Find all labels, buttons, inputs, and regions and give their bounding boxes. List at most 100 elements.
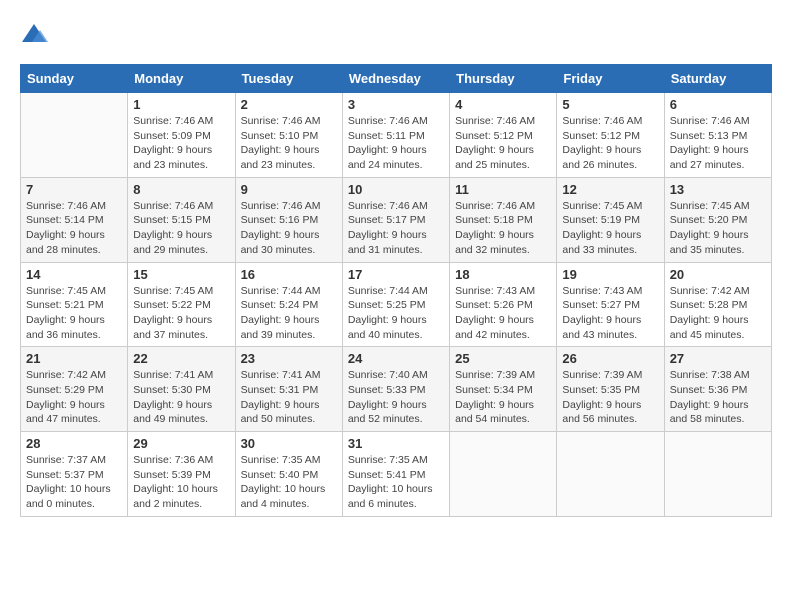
day-info: Sunrise: 7:36 AM Sunset: 5:39 PM Dayligh… [133,453,229,512]
day-info: Sunrise: 7:38 AM Sunset: 5:36 PM Dayligh… [670,368,766,427]
calendar-day-cell: 23 Sunrise: 7:41 AM Sunset: 5:31 PM Dayli… [235,347,342,432]
day-number: 11 [455,182,551,197]
day-info: Sunrise: 7:46 AM Sunset: 5:09 PM Dayligh… [133,114,229,173]
calendar-day-cell: 4 Sunrise: 7:46 AM Sunset: 5:12 PM Daylig… [450,93,557,178]
calendar-day-cell [450,432,557,517]
day-number: 16 [241,267,337,282]
day-number: 27 [670,351,766,366]
day-number: 9 [241,182,337,197]
logo [20,20,48,48]
calendar-day-cell: 10Sunrise: 7:46 AM Sunset: 5:17 PM Dayli… [342,177,449,262]
calendar-day-cell: 1 Sunrise: 7:46 AM Sunset: 5:09 PM Daylig… [128,93,235,178]
weekday-header-cell: Friday [557,65,664,93]
day-info: Sunrise: 7:40 AM Sunset: 5:33 PM Dayligh… [348,368,444,427]
day-info: Sunrise: 7:44 AM Sunset: 5:24 PM Dayligh… [241,284,337,343]
calendar-week-row: 21 Sunrise: 7:42 AM Sunset: 5:29 PM Dayli… [21,347,772,432]
calendar-day-cell: 12 Sunrise: 7:45 AM Sunset: 5:19 PM Dayli… [557,177,664,262]
day-info: Sunrise: 7:39 AM Sunset: 5:34 PM Dayligh… [455,368,551,427]
day-number: 29 [133,436,229,451]
day-number: 19 [562,267,658,282]
calendar-week-row: 7Sunrise: 7:46 AM Sunset: 5:14 PM Daylig… [21,177,772,262]
calendar-day-cell: 2 Sunrise: 7:46 AM Sunset: 5:10 PM Daylig… [235,93,342,178]
day-info: Sunrise: 7:45 AM Sunset: 5:22 PM Dayligh… [133,284,229,343]
calendar-day-cell: 20Sunrise: 7:42 AM Sunset: 5:28 PM Dayli… [664,262,771,347]
day-info: Sunrise: 7:45 AM Sunset: 5:19 PM Dayligh… [562,199,658,258]
day-number: 2 [241,97,337,112]
calendar-body: 1 Sunrise: 7:46 AM Sunset: 5:09 PM Daylig… [21,93,772,517]
day-number: 14 [26,267,122,282]
day-number: 22 [133,351,229,366]
day-info: Sunrise: 7:41 AM Sunset: 5:31 PM Dayligh… [241,368,337,427]
calendar-day-cell: 13Sunrise: 7:45 AM Sunset: 5:20 PM Dayli… [664,177,771,262]
day-info: Sunrise: 7:46 AM Sunset: 5:18 PM Dayligh… [455,199,551,258]
calendar-day-cell: 26 Sunrise: 7:39 AM Sunset: 5:35 PM Dayli… [557,347,664,432]
day-info: Sunrise: 7:46 AM Sunset: 5:12 PM Dayligh… [562,114,658,173]
calendar-day-cell [664,432,771,517]
weekday-header-cell: Monday [128,65,235,93]
calendar-day-cell: 22 Sunrise: 7:41 AM Sunset: 5:30 PM Dayli… [128,347,235,432]
weekday-header-row: SundayMondayTuesdayWednesdayThursdayFrid… [21,65,772,93]
day-number: 21 [26,351,122,366]
calendar-day-cell [557,432,664,517]
weekday-header-cell: Thursday [450,65,557,93]
day-info: Sunrise: 7:46 AM Sunset: 5:12 PM Dayligh… [455,114,551,173]
calendar-week-row: 28 Sunrise: 7:37 AM Sunset: 5:37 PM Dayli… [21,432,772,517]
day-number: 23 [241,351,337,366]
calendar-day-cell: 30 Sunrise: 7:35 AM Sunset: 5:40 PM Dayli… [235,432,342,517]
day-number: 30 [241,436,337,451]
day-number: 5 [562,97,658,112]
day-info: Sunrise: 7:46 AM Sunset: 5:15 PM Dayligh… [133,199,229,258]
day-info: Sunrise: 7:46 AM Sunset: 5:11 PM Dayligh… [348,114,444,173]
day-number: 26 [562,351,658,366]
calendar-day-cell: 17 Sunrise: 7:44 AM Sunset: 5:25 PM Dayli… [342,262,449,347]
calendar-day-cell: 7Sunrise: 7:46 AM Sunset: 5:14 PM Daylig… [21,177,128,262]
weekday-header-cell: Wednesday [342,65,449,93]
day-info: Sunrise: 7:37 AM Sunset: 5:37 PM Dayligh… [26,453,122,512]
calendar-day-cell: 24Sunrise: 7:40 AM Sunset: 5:33 PM Dayli… [342,347,449,432]
day-number: 1 [133,97,229,112]
day-info: Sunrise: 7:45 AM Sunset: 5:20 PM Dayligh… [670,199,766,258]
day-info: Sunrise: 7:35 AM Sunset: 5:40 PM Dayligh… [241,453,337,512]
day-number: 3 [348,97,444,112]
day-info: Sunrise: 7:46 AM Sunset: 5:16 PM Dayligh… [241,199,337,258]
day-number: 6 [670,97,766,112]
weekday-header-cell: Saturday [664,65,771,93]
calendar-day-cell: 8 Sunrise: 7:46 AM Sunset: 5:15 PM Daylig… [128,177,235,262]
calendar-day-cell: 19Sunrise: 7:43 AM Sunset: 5:27 PM Dayli… [557,262,664,347]
calendar-day-cell: 29 Sunrise: 7:36 AM Sunset: 5:39 PM Dayli… [128,432,235,517]
calendar-day-cell: 28 Sunrise: 7:37 AM Sunset: 5:37 PM Dayli… [21,432,128,517]
calendar-day-cell [21,93,128,178]
calendar-day-cell: 9 Sunrise: 7:46 AM Sunset: 5:16 PM Daylig… [235,177,342,262]
calendar-day-cell: 25 Sunrise: 7:39 AM Sunset: 5:34 PM Dayli… [450,347,557,432]
calendar-day-cell: 18Sunrise: 7:43 AM Sunset: 5:26 PM Dayli… [450,262,557,347]
day-number: 10 [348,182,444,197]
day-number: 17 [348,267,444,282]
day-number: 4 [455,97,551,112]
day-info: Sunrise: 7:44 AM Sunset: 5:25 PM Dayligh… [348,284,444,343]
day-number: 18 [455,267,551,282]
calendar-day-cell: 15Sunrise: 7:45 AM Sunset: 5:22 PM Dayli… [128,262,235,347]
day-number: 25 [455,351,551,366]
day-number: 7 [26,182,122,197]
calendar-table: SundayMondayTuesdayWednesdayThursdayFrid… [20,64,772,517]
calendar-day-cell: 6 Sunrise: 7:46 AM Sunset: 5:13 PM Daylig… [664,93,771,178]
calendar-day-cell: 31Sunrise: 7:35 AM Sunset: 5:41 PM Dayli… [342,432,449,517]
day-info: Sunrise: 7:42 AM Sunset: 5:28 PM Dayligh… [670,284,766,343]
day-number: 28 [26,436,122,451]
calendar-day-cell: 16 Sunrise: 7:44 AM Sunset: 5:24 PM Dayli… [235,262,342,347]
calendar-week-row: 14Sunrise: 7:45 AM Sunset: 5:21 PM Dayli… [21,262,772,347]
day-info: Sunrise: 7:39 AM Sunset: 5:35 PM Dayligh… [562,368,658,427]
day-info: Sunrise: 7:41 AM Sunset: 5:30 PM Dayligh… [133,368,229,427]
calendar-week-row: 1 Sunrise: 7:46 AM Sunset: 5:09 PM Daylig… [21,93,772,178]
page-header [20,20,772,48]
calendar-day-cell: 14Sunrise: 7:45 AM Sunset: 5:21 PM Dayli… [21,262,128,347]
day-info: Sunrise: 7:35 AM Sunset: 5:41 PM Dayligh… [348,453,444,512]
weekday-header-cell: Tuesday [235,65,342,93]
weekday-header-cell: Sunday [21,65,128,93]
day-info: Sunrise: 7:46 AM Sunset: 5:10 PM Dayligh… [241,114,337,173]
day-number: 12 [562,182,658,197]
day-info: Sunrise: 7:46 AM Sunset: 5:13 PM Dayligh… [670,114,766,173]
day-info: Sunrise: 7:42 AM Sunset: 5:29 PM Dayligh… [26,368,122,427]
day-number: 8 [133,182,229,197]
calendar-day-cell: 5 Sunrise: 7:46 AM Sunset: 5:12 PM Daylig… [557,93,664,178]
